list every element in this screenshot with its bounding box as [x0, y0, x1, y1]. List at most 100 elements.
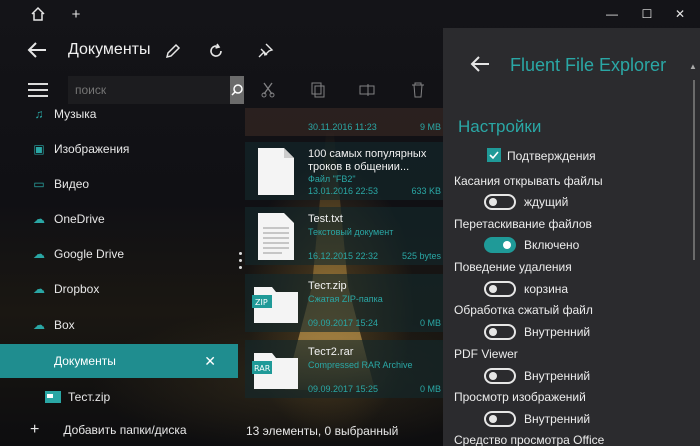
- file-row[interactable]: Test.txt Текстовый документ 16.12.2015 2…: [245, 207, 443, 265]
- file-type: Сжатая ZIP-папка: [308, 294, 383, 304]
- edit-pencil-icon[interactable]: [160, 38, 186, 64]
- sidebar-item-label: Видео: [54, 177, 90, 191]
- new-tab-button[interactable]: +: [56, 0, 96, 28]
- sidebar-item-label: Тест.zip: [68, 390, 111, 404]
- sidebar-item-dropbox[interactable]: ☁ Dropbox: [0, 272, 238, 306]
- status-bar-text: 13 элементы, 0 выбранный: [246, 424, 399, 438]
- toggle-switch[interactable]: [484, 324, 516, 340]
- file-size: 0 MB: [419, 318, 441, 328]
- plus-icon: +: [30, 421, 40, 438]
- setting-title: Поведение удаления: [454, 260, 572, 274]
- file-size: 0 MB: [419, 384, 441, 394]
- add-folder-button[interactable]: + Добавить папки/диска: [0, 418, 240, 442]
- toggle-label: Внутренний: [524, 369, 591, 383]
- hamburger-menu-icon[interactable]: [28, 83, 48, 97]
- file-size: 525 bytes: [401, 251, 441, 261]
- sidebar-item-video[interactable]: ▭ Видео: [0, 167, 238, 201]
- app-title: Fluent File Explorer: [510, 55, 667, 75]
- file-row[interactable]: RAR Тест2.rar Compressed RAR Archive 09.…: [245, 340, 443, 398]
- setting-title: Обработка сжатый файл: [454, 303, 593, 317]
- sidebar-item-label: Музыка: [54, 107, 97, 121]
- file-date: 16.12.2015 22:32: [308, 251, 379, 261]
- file-row[interactable]: ZIP Тест.zip Сжатая ZIP-папка 09.09.2017…: [245, 274, 443, 332]
- toggle-switch[interactable]: [484, 368, 516, 384]
- confirmations-checkbox[interactable]: [487, 148, 501, 162]
- sidebar-item-test-zip[interactable]: Тест.zip: [0, 380, 238, 414]
- copy-icon[interactable]: [306, 80, 330, 100]
- toggle-switch[interactable]: [484, 411, 516, 427]
- sidebar-item-label: OneDrive: [54, 212, 105, 226]
- sidebar-item-label: Box: [54, 318, 75, 332]
- confirmations-label: Подтверждения: [507, 149, 596, 163]
- sidebar-item-onedrive[interactable]: ☁ OneDrive: [0, 202, 238, 236]
- image-icon: ▣: [33, 142, 45, 156]
- file-name: Тест.zip: [308, 280, 347, 292]
- zip-folder-icon: ZIP: [250, 277, 302, 329]
- splitter-handle[interactable]: [239, 252, 243, 273]
- svg-text:RAR: RAR: [254, 364, 271, 373]
- home-icon[interactable]: [18, 0, 58, 28]
- scrollbar[interactable]: [693, 80, 695, 260]
- cloud-icon: ☁: [33, 318, 45, 332]
- file-date: 13.01.2016 22:53: [308, 186, 379, 196]
- file-date: 30.11.2016 11:23: [308, 122, 377, 132]
- page-title: Документы: [68, 41, 151, 58]
- file-row[interactable]: 100 самых популярных троков в общении...…: [245, 142, 443, 200]
- search-icon: [231, 84, 243, 96]
- close-window-button[interactable]: ✕: [660, 0, 700, 28]
- settings-section-title: Настройки: [458, 117, 542, 136]
- setting-title: Просмотр изображений: [454, 390, 586, 404]
- toggle-switch[interactable]: [484, 237, 516, 253]
- setting-title: Касания открывать файлы: [454, 174, 603, 188]
- setting-title: Перетаскивание файлов: [454, 217, 592, 231]
- cloud-icon: ☁: [33, 282, 45, 296]
- cut-icon[interactable]: [256, 80, 280, 100]
- music-icon: ♫: [34, 107, 44, 121]
- zip-icon: [44, 391, 62, 403]
- sidebar-item-documents[interactable]: Документы ✕: [0, 344, 238, 378]
- scroll-up-icon[interactable]: ▲: [689, 62, 697, 71]
- file-name: Тест2.rar: [308, 346, 354, 358]
- toggle-label: ждущий: [524, 195, 569, 209]
- rename-icon[interactable]: [356, 80, 380, 100]
- sidebar-item-images[interactable]: ▣ Изображения: [0, 132, 238, 166]
- file-date: 09.09.2017 15:25: [308, 384, 379, 394]
- file-type: Текстовый документ: [308, 227, 394, 237]
- refresh-icon[interactable]: [203, 38, 229, 64]
- file-size: 633 KB: [411, 186, 441, 196]
- settings-panel: [443, 28, 700, 446]
- sidebar-item-label: Документы: [54, 354, 116, 368]
- back-arrow-icon[interactable]: [26, 40, 50, 62]
- delete-icon[interactable]: [406, 80, 430, 100]
- toggle-label: Включено: [524, 238, 580, 252]
- toggle-label: корзина: [524, 282, 569, 296]
- setting-title: PDF Viewer: [454, 347, 518, 361]
- back-arrow-icon[interactable]: [469, 54, 493, 76]
- cloud-icon: ☁: [33, 247, 45, 261]
- toggle-label: Внутренний: [524, 412, 591, 426]
- document-icon: [250, 145, 302, 197]
- sidebar-item-google-drive[interactable]: ☁ Google Drive: [0, 237, 238, 271]
- file-date: 09.09.2017 15:24: [308, 318, 379, 328]
- pin-icon[interactable]: [252, 38, 278, 64]
- cloud-icon: ☁: [33, 212, 45, 226]
- file-name: 100 самых популярных троков в общении...: [308, 148, 427, 173]
- toggle-switch[interactable]: [484, 281, 516, 297]
- sidebar-item-box[interactable]: ☁ Box: [0, 308, 238, 342]
- sidebar-item-label: Google Drive: [54, 247, 125, 261]
- sidebar-item-label: Изображения: [54, 142, 130, 156]
- add-folder-label: Добавить папки/диска: [63, 423, 187, 437]
- file-name: Test.txt: [308, 213, 343, 225]
- file-type: Compressed RAR Archive: [308, 360, 413, 370]
- file-row[interactable]: 30.11.2016 11:23 9 MB: [245, 108, 443, 136]
- title-bar: + — ☐ ✕: [0, 0, 700, 28]
- minimize-button[interactable]: —: [592, 0, 632, 28]
- rar-folder-icon: RAR: [250, 343, 302, 395]
- file-size: 9 MB: [419, 122, 441, 132]
- sidebar-item-label: Dropbox: [54, 282, 100, 296]
- video-icon: ▭: [33, 177, 45, 191]
- toggle-switch[interactable]: [484, 194, 516, 210]
- close-icon[interactable]: ✕: [204, 353, 216, 370]
- text-file-icon: [250, 210, 302, 262]
- sidebar-item-music[interactable]: ♫ Музыка: [0, 97, 238, 131]
